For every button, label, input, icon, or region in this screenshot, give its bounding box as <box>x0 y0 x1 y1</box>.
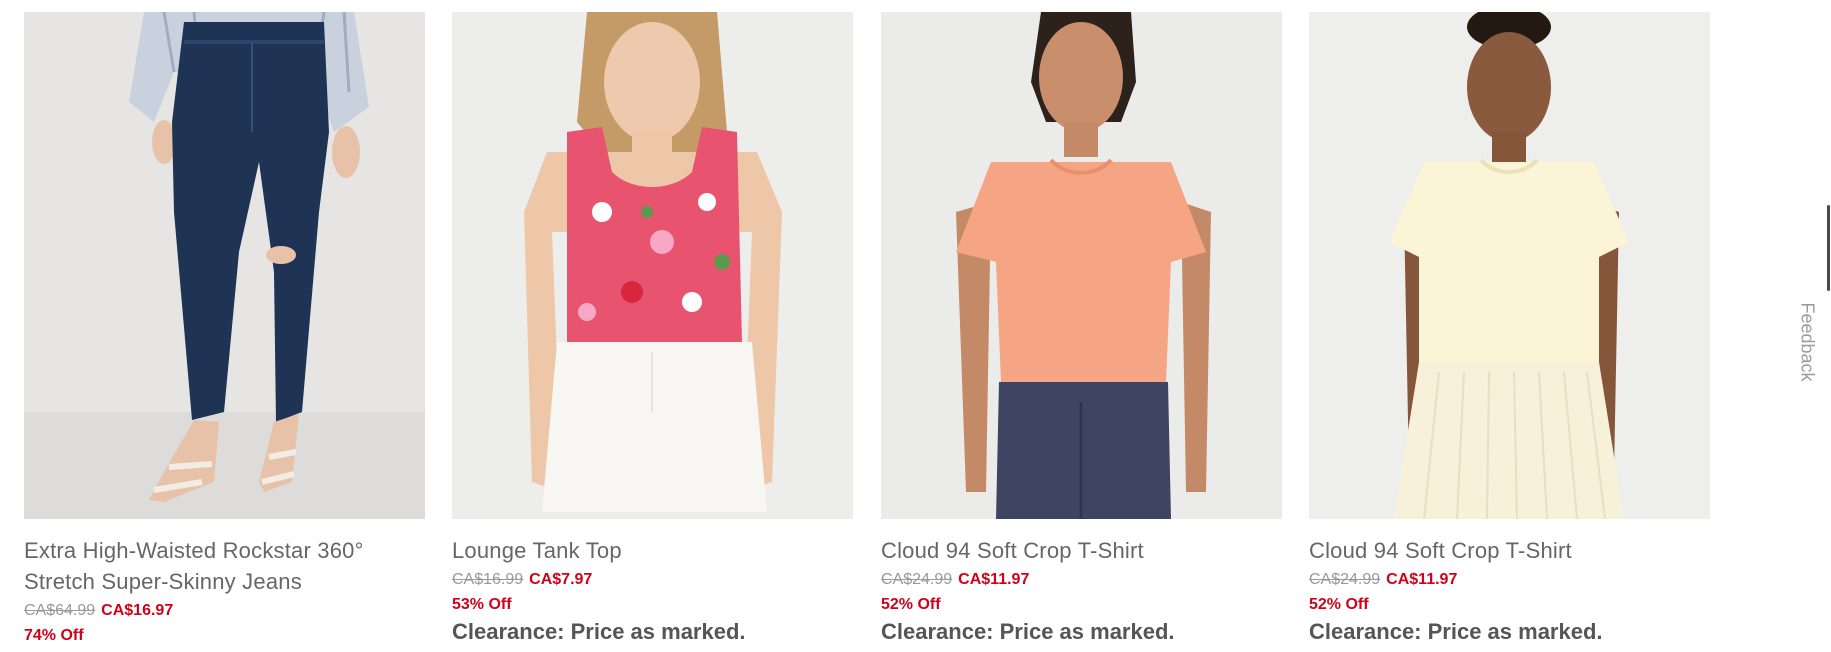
feedback-tab[interactable]: Feedback <box>1792 300 1822 384</box>
scrollbar-indicator[interactable] <box>1827 205 1830 291</box>
original-price: CA$24.99 <box>1309 571 1381 588</box>
price-row: CA$24.99 CA$11.97 <box>881 570 1282 590</box>
sale-price: CA$11.97 <box>958 571 1030 588</box>
product-image[interactable] <box>881 12 1282 519</box>
product-name-line: Lounge Tank Top <box>452 538 622 563</box>
price-row: CA$24.99 CA$11.97 <box>1309 570 1710 590</box>
product-card[interactable]: Extra High-Waisted Rockstar 360° Stretch… <box>24 12 425 646</box>
original-price: CA$16.99 <box>452 571 524 588</box>
feedback-label: Feedback <box>1797 302 1818 382</box>
sale-price: CA$11.97 <box>1386 571 1458 588</box>
floral-tank-photo <box>452 12 853 519</box>
discount-label: 53% Off <box>452 596 512 613</box>
sale-price: CA$7.97 <box>529 571 593 588</box>
discount-label: 52% Off <box>881 596 941 613</box>
product-card[interactable]: Lounge Tank Top CA$16.99 CA$7.97 53% Off … <box>452 12 853 647</box>
original-price: CA$64.99 <box>24 602 96 619</box>
price-row: CA$64.99 CA$16.97 <box>24 601 425 621</box>
clearance-note: Clearance: Price as marked. <box>1309 619 1603 644</box>
product-name[interactable]: Lounge Tank Top <box>452 535 853 566</box>
original-price: CA$24.99 <box>881 571 953 588</box>
product-name[interactable]: Extra High-Waisted Rockstar 360° Stretch… <box>24 535 425 597</box>
clearance-note: Clearance: Price as marked. <box>452 619 746 644</box>
product-image[interactable] <box>1309 12 1710 519</box>
clearance-note: Clearance: Price as marked. <box>881 619 1175 644</box>
product-image[interactable] <box>24 12 425 519</box>
product-name[interactable]: Cloud 94 Soft Crop T-Shirt <box>881 535 1282 566</box>
cream-tshirt-photo <box>1309 12 1710 519</box>
peach-tshirt-photo <box>881 12 1282 519</box>
product-name-line: Stretch Super-Skinny Jeans <box>24 569 302 594</box>
product-name[interactable]: Cloud 94 Soft Crop T-Shirt <box>1309 535 1710 566</box>
jeans-photo <box>24 12 425 519</box>
discount-label: 52% Off <box>1309 596 1369 613</box>
price-row: CA$16.99 CA$7.97 <box>452 570 853 590</box>
product-name-line: Cloud 94 Soft Crop T-Shirt <box>881 538 1144 563</box>
product-image[interactable] <box>452 12 853 519</box>
product-name-line: Extra High-Waisted Rockstar 360° <box>24 538 364 563</box>
product-name-line: Cloud 94 Soft Crop T-Shirt <box>1309 538 1572 563</box>
discount-label: 74% Off <box>24 627 84 644</box>
product-card[interactable]: Cloud 94 Soft Crop T-Shirt CA$24.99 CA$11… <box>881 12 1282 647</box>
product-card[interactable]: Cloud 94 Soft Crop T-Shirt CA$24.99 CA$11… <box>1309 12 1710 647</box>
sale-price: CA$16.97 <box>101 602 174 619</box>
